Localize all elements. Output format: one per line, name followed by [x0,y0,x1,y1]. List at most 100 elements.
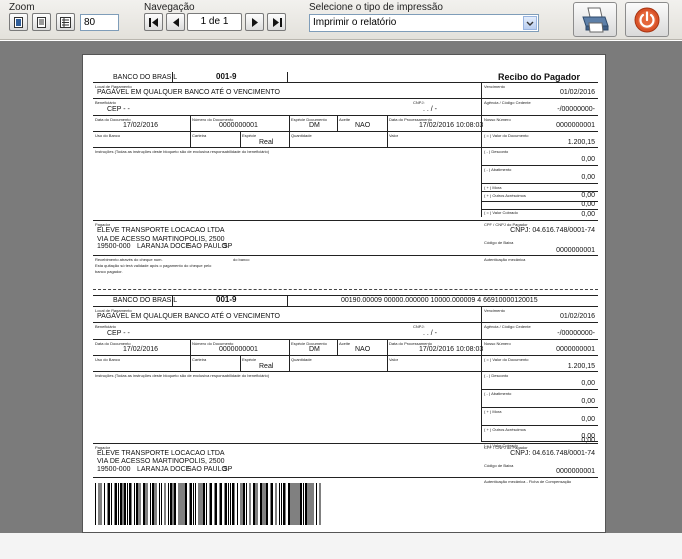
slip-payer-state: SP [223,466,233,473]
cut-line [93,289,598,290]
receipt-due-value: 01/02/2016 [559,89,595,96]
previous-page-button[interactable] [166,13,185,31]
slip-rebate-label: ( - ) Abatimento [484,391,512,396]
chevron-down-icon[interactable] [523,16,537,30]
slip-payer-name: ELEVE TRANSPORTE LOCACAO LTDA [97,450,225,457]
receipt-local-value: PAGÁVEL EM QUALQUER BANCO ATÉ O VENCIMEN… [97,89,280,96]
receipt-doc-type-value: DM [309,122,320,129]
receipt-rebate-label: ( - ) Abatimento [484,167,512,172]
slip-local-value: PAGÁVEL EM QUALQUER BANCO ATÉ O VENCIMEN… [97,313,280,320]
receipt-instructions-label: Instruções (Todas as instruções deste bl… [95,149,270,154]
slip-payer-doc-value: CNPJ: 04.616.748/0001-74 [510,450,595,457]
receipt-charged-value: 0,00 [581,211,595,218]
report-viewer-window: Zoom Navegação 1 de 1 Selecione o tipo d… [0,0,682,559]
slip-payer-district: LARANJA DOCE [137,466,191,473]
slip-agency-value: -/00000000- [557,330,595,337]
receipt-bank-name: BANCO DO BRASIL [113,74,178,81]
last-page-icon [272,17,282,27]
print-button[interactable] [573,2,617,37]
slip-interest-label: ( + ) Mora [484,409,502,414]
report-page: BANCO DO BRASIL 001-9 Recibo do Pagador … [82,54,606,533]
slip-our-number-label: Nosso Número [484,341,511,346]
slip-wallet-label: Carteira [192,357,207,362]
slip-doc-date-value: 17/02/2016 [123,346,159,353]
slip-payer-city: SAO PAULO [187,466,227,473]
previous-icon [172,17,179,27]
receipt-writeoff-value: 0000000001 [556,247,595,254]
zoom-whole-page-button[interactable] [32,13,51,31]
slip-writeoff-value: 0000000001 [556,468,595,475]
slip-doc-number-value: 0000000001 [219,346,258,353]
receipt-our-number-value: 0000000001 [556,122,595,129]
slip-cnpj-label: CNPJ: [413,324,425,329]
slip-discount-label: ( - ) Desconto [484,373,509,378]
slip-due-value: 01/02/2016 [559,313,595,320]
receipt-authentication-label: Autenticação mecânica [484,257,526,262]
slip-beneficiary-label: Beneficiário [95,324,116,329]
slip-currency-value: Real [259,363,274,370]
exit-button[interactable] [625,2,669,37]
toolbar: Zoom Navegação 1 de 1 Selecione o tipo d… [0,0,682,40]
receipt-quantity-label: Quantidade [291,133,312,138]
receipt-beneficiary-value: CEP - - [107,106,130,113]
receipt-interest-label: ( + ) Mora [484,185,502,190]
receipt-cnpj-value: . . / - [423,106,437,113]
receipt-cheque-text: Recebimento através do cheque num. [95,257,163,262]
whole-page-icon [37,16,46,28]
first-page-button[interactable] [144,13,163,31]
receipt-agency-label: Agência / Código Cedente [484,100,531,105]
next-page-button[interactable] [245,13,264,31]
receipt-payer-district: LARANJA DOCE [137,243,191,250]
receipt-bank-code: 001-9 [216,72,237,81]
receipt-validity-text: Esta quitação só terá validade após o pa… [95,263,212,268]
slip-due-label: Vencimento [484,308,505,313]
receipt-currency-label: Espécie [242,133,257,138]
slip-processing-date-value: 17/02/2016 10:08:03 [419,346,484,353]
receipt-other-charges-label: ( + ) Outros Acréscimos [484,193,526,198]
receipt-payer-state: SP [223,243,233,250]
receipt-charged-label: ( = ) Valor Cobrado [484,210,518,215]
receipt-currency-value: Real [259,139,274,146]
multi-page-icon [60,16,71,28]
print-type-label: Selecione o tipo de impressão [309,2,443,13]
next-icon [251,17,258,27]
receipt-discount-value: 0,00 [581,156,595,163]
slip-doc-type-value: DM [309,346,320,353]
receipt-cnpj-label: CNPJ: [413,100,425,105]
slip-bank-use-label: Uso do Banco [95,357,121,362]
zoom-two-pages-button[interactable] [56,13,75,31]
slip-our-number-value: 0000000001 [556,346,595,353]
receipt-payer-city: SAO PAULO [187,243,227,250]
slip-rebate-value: 0,00 [581,398,595,405]
receipt-doc-value-label: ( = ) Valor do Documento [484,133,529,138]
print-type-select[interactable]: Imprimir o relatório [309,14,539,32]
receipt-cheque-bank: do banco [233,257,250,262]
slip-quantity-label: Quantidade [291,357,312,362]
receipt-validity-text-2: banco pagador. [95,269,123,274]
receipt-payer-doc-value: CNPJ: 04.616.748/0001-74 [510,227,595,234]
slip-acceptance-label: Aceite [339,341,351,346]
receipt-bank-use-label: Uso do Banco [95,133,121,138]
slip-acceptance-value: NAO [355,346,371,353]
receipt-agency-value: -/00000000- [557,106,595,113]
zoom-input[interactable] [80,14,119,31]
zoom-label: Zoom [9,2,35,13]
slip-authentication-label: Autenticação mecânica - Ficha de Compens… [484,479,572,484]
receipt-other-charges-value: 0,00 [581,201,595,208]
last-page-button[interactable] [267,13,286,31]
slip-currency-label: Espécie [242,357,257,362]
slip-value-label: Valor [389,357,399,362]
receipt-doc-value: 1.200,15 [567,139,595,146]
slip-doc-value-label: ( = ) Valor do Documento [484,357,529,362]
receipt-writeoff-label: Código de Baixa [484,240,514,245]
zoom-page-width-button[interactable] [9,13,28,31]
power-icon [634,7,660,32]
slip-cnpj-value: . . / - [423,330,437,337]
status-strip [0,533,682,559]
slip-doc-value: 1.200,15 [567,363,595,370]
slip-payer-address: VIA DE ACESSO MARTINOPOLIS, 2500 [97,458,225,465]
slip-discount-value: 0,00 [581,380,595,387]
receipt-due-label: Vencimento [484,84,505,89]
slip-instructions-label: Instruções (Todas as instruções deste bl… [95,373,270,378]
receipt-acceptance-label: Aceite [339,117,351,122]
